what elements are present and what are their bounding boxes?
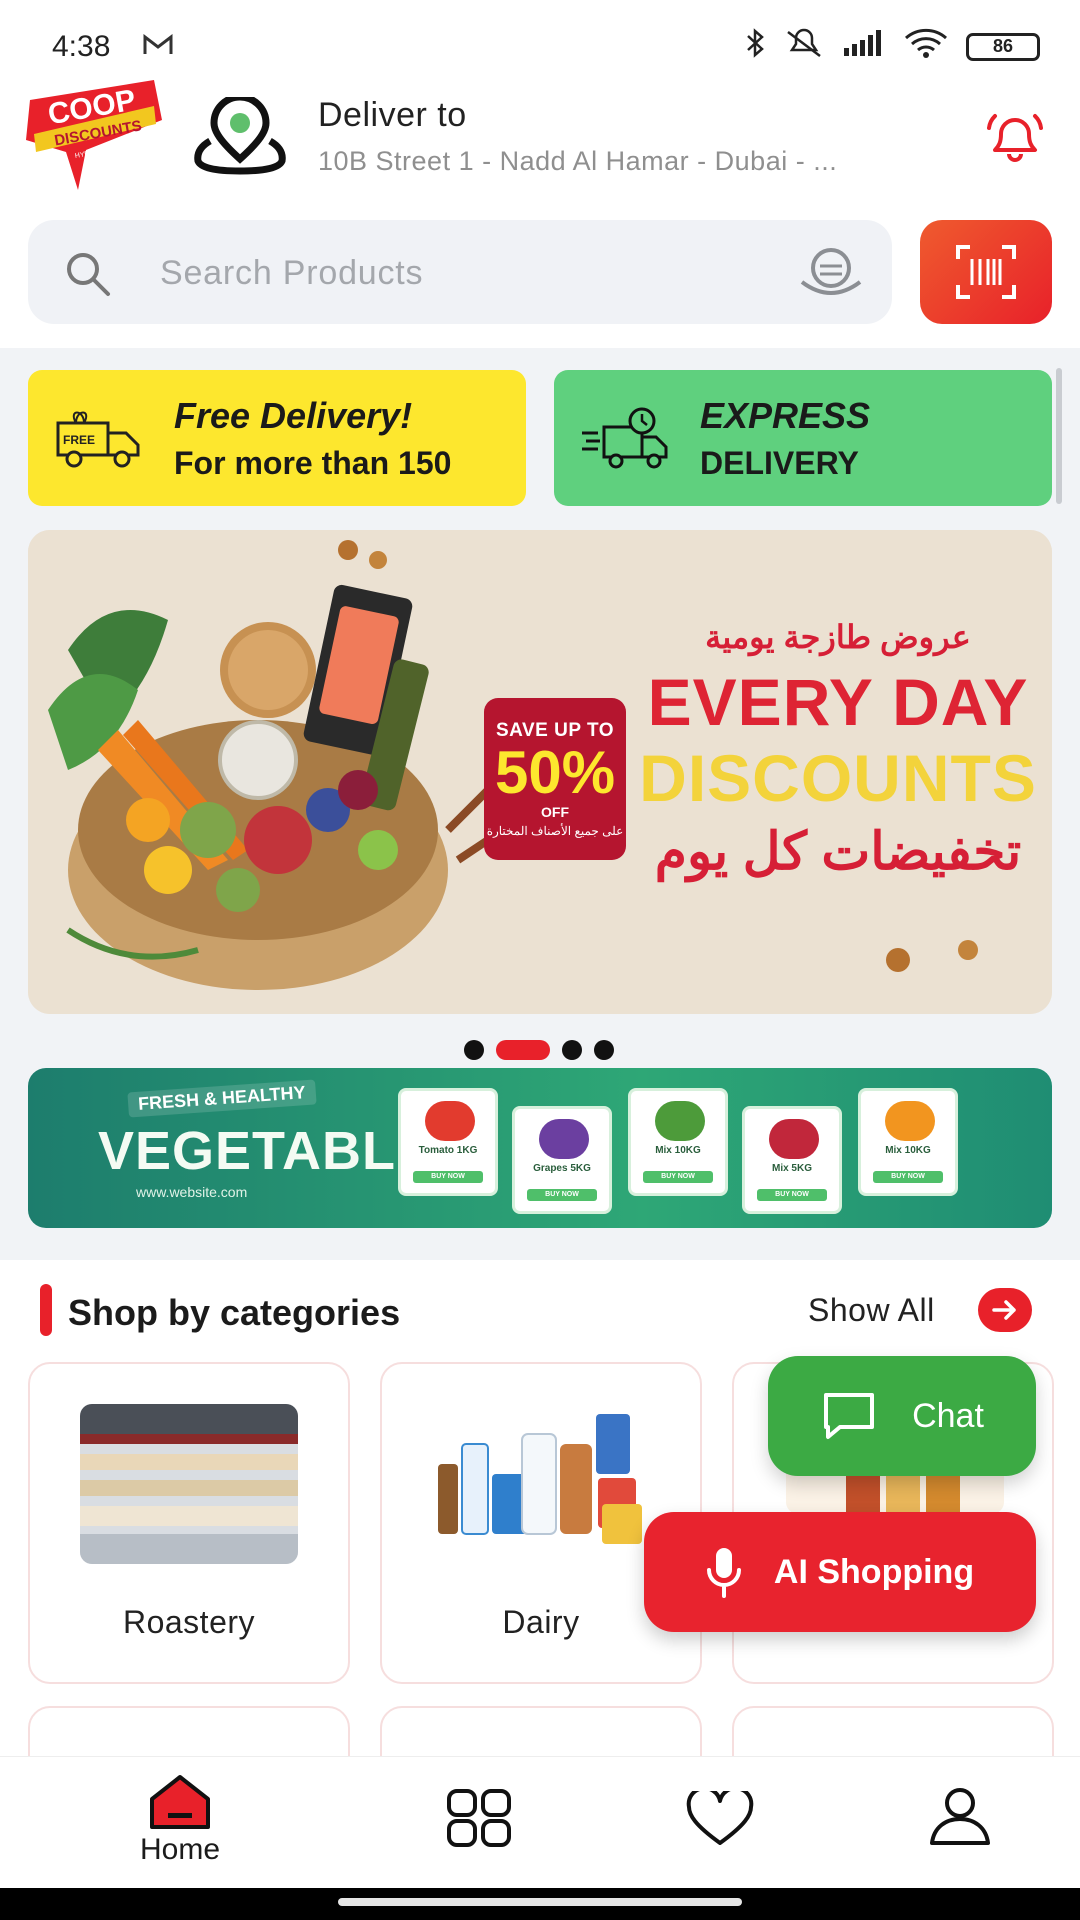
carousel-dot[interactable]	[464, 1040, 484, 1060]
delivery-address[interactable]: 10B Street 1 - Nadd Al Hamar - Dubai - .…	[318, 146, 837, 177]
free-delivery-card[interactable]: FREE Free Delivery! For more than 150	[28, 370, 526, 506]
veg-title: VEGETABLE	[98, 1121, 434, 1181]
user-icon	[930, 1788, 990, 1845]
roastery-image	[80, 1404, 298, 1564]
carousel-dot[interactable]	[594, 1040, 614, 1060]
buy-now-button[interactable]: BUY NOW	[527, 1189, 597, 1201]
search-input[interactable]	[160, 248, 760, 298]
show-all-link[interactable]: Show All	[808, 1292, 935, 1329]
categories-title: Shop by categories	[68, 1292, 401, 1333]
veg-card-label: Mix 10KG	[885, 1145, 931, 1156]
mix-veg-image	[655, 1101, 705, 1141]
buy-now-button[interactable]: BUY NOW	[873, 1171, 943, 1183]
badge-arabic: على جميع الأصناف المختارة	[486, 824, 624, 838]
heart-icon	[686, 1791, 754, 1845]
ai-shopping-button[interactable]: AI Shopping	[644, 1512, 1036, 1632]
section-accent	[40, 1284, 52, 1336]
signal-icon	[842, 30, 886, 63]
veg-product-card[interactable]: Tomato 1KG BUY NOW	[398, 1088, 498, 1196]
veg-tag: FRESH & HEALTHY	[127, 1079, 317, 1118]
hero-arabic-top: عروض طازجة يومية	[705, 619, 971, 655]
status-bar: 4:38 86	[0, 0, 1080, 80]
nav-home-label: Home	[139, 1833, 221, 1866]
home-icon	[150, 1775, 210, 1829]
express-truck-icon	[580, 403, 670, 473]
location-pin-icon[interactable]	[190, 93, 290, 175]
pomegranate-image	[769, 1119, 819, 1159]
veg-card-label: Mix 5KG	[771, 1163, 812, 1174]
buy-now-button[interactable]: BUY NOW	[413, 1171, 483, 1183]
arrow-right-icon[interactable]	[978, 1288, 1032, 1332]
grid-icon	[447, 1789, 511, 1847]
deliver-to-label[interactable]: Deliver to	[318, 96, 467, 135]
home-gesture-pill[interactable]	[338, 1898, 742, 1906]
vegetable-banner[interactable]: FRESH & HEALTHY VEGETABLE www.website.co…	[28, 1068, 1052, 1228]
veg-card-label: Mix 10KG	[655, 1145, 701, 1156]
express-delivery-card[interactable]: EXPRESS DELIVERY	[554, 370, 1052, 506]
free-delivery-title: Free Delivery!	[174, 394, 413, 436]
veg-product-card[interactable]: Mix 5KG BUY NOW	[742, 1106, 842, 1214]
veg-product-card[interactable]: Grapes 5KG BUY NOW	[512, 1106, 612, 1214]
chat-button[interactable]: Chat	[768, 1356, 1036, 1476]
express-title: EXPRESS	[700, 394, 871, 436]
gmail-icon	[143, 32, 173, 63]
search-icon	[62, 248, 114, 300]
barcode-icon	[956, 245, 1016, 299]
bluetooth-icon	[744, 28, 766, 65]
nav-categories[interactable]	[400, 1757, 560, 1889]
barcode-scan-button[interactable]	[920, 220, 1052, 324]
badge-percent: 50%	[494, 739, 616, 806]
hero-arabic-bottom: تخفيضات كل يوم	[654, 823, 1022, 881]
buy-now-button[interactable]: BUY NOW	[643, 1171, 713, 1183]
status-icons: 86	[744, 28, 1040, 65]
veg-card-label: Tomato 1KG	[418, 1145, 478, 1156]
veg-product-card[interactable]: Mix 10KG BUY NOW	[628, 1088, 728, 1196]
free-icon-text: FREE	[63, 433, 95, 447]
carousel-indicator[interactable]	[464, 1040, 614, 1060]
store-logo[interactable]: COOP DISCOUNTS HYPER MARKET	[26, 80, 166, 190]
chat-label: Chat	[912, 1396, 984, 1435]
express-subtitle: DELIVERY	[700, 444, 859, 481]
battery-indicator: 86	[966, 32, 1040, 61]
category-card-roastery[interactable]: Roastery	[28, 1362, 350, 1684]
veg-card-label: Grapes 5KG	[533, 1163, 591, 1174]
free-delivery-subtitle: For more than 150	[174, 444, 452, 481]
chat-bubble-icon	[824, 1393, 875, 1439]
wifi-icon	[904, 28, 948, 65]
voice-search-icon[interactable]	[798, 246, 864, 302]
dairy-image	[432, 1404, 650, 1564]
free-delivery-truck-icon: FREE	[54, 403, 144, 473]
nav-home[interactable]: Home	[100, 1757, 260, 1889]
hero-title-line2: DISCOUNTS	[639, 741, 1037, 815]
badge-off: OFF	[541, 804, 569, 820]
mute-icon	[784, 28, 824, 65]
scrollbar[interactable]	[1056, 368, 1062, 504]
oranges-image	[885, 1101, 935, 1141]
ai-shopping-label: AI Shopping	[773, 1552, 975, 1591]
veg-product-card[interactable]: Mix 10KG BUY NOW	[858, 1088, 958, 1196]
hero-title-line1: EVERY DAY	[647, 665, 1029, 739]
microphone-icon	[706, 1548, 741, 1598]
veg-website: www.website.com	[136, 1184, 248, 1200]
nav-profile[interactable]	[880, 1757, 1040, 1889]
status-time: 4:38	[52, 30, 111, 63]
save-badge: SAVE UP TO 50% OFF على جميع الأصناف المخ…	[484, 698, 626, 860]
carousel-dot[interactable]	[562, 1040, 582, 1060]
buy-now-button[interactable]: BUY NOW	[757, 1189, 827, 1201]
notification-bell-icon[interactable]	[985, 106, 1045, 166]
nav-favorites[interactable]	[640, 1757, 800, 1889]
hero-banner[interactable]: SAVE UP TO 50% OFF على جميع الأصناف المخ…	[28, 530, 1052, 1014]
tomato-image	[425, 1101, 475, 1141]
grapes-image	[539, 1119, 589, 1159]
category-label: Roastery	[122, 1604, 256, 1640]
carousel-dot-active[interactable]	[496, 1040, 550, 1060]
bottom-navigation: Home	[0, 1756, 1080, 1888]
